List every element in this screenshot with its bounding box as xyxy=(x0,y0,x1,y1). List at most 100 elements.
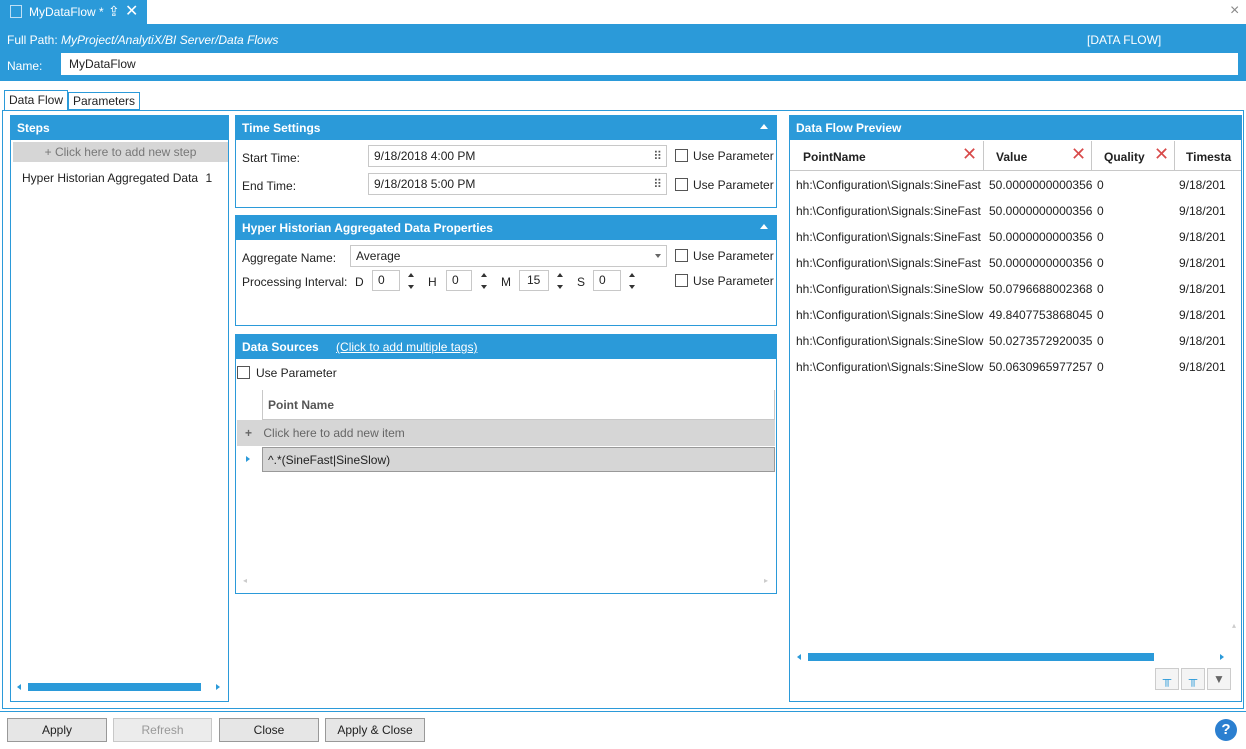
table-row[interactable]: hh:\Configuration\Signals:SineSlow 50.02… xyxy=(796,328,1241,354)
scroll-right-icon[interactable] xyxy=(1220,654,1224,660)
data-sources-panel: Data Sources (Click to add multiple tags… xyxy=(235,334,777,594)
column-value[interactable]: Value ✕ xyxy=(985,141,1092,170)
hours-input[interactable]: 0 xyxy=(446,270,472,291)
end-time-input[interactable]: 9/18/2018 5:00 PM ⠿ xyxy=(368,173,667,195)
table-row[interactable]: hh:\Configuration\Signals:SineSlow 50.07… xyxy=(796,276,1241,302)
cell-value: 50.0796688002368 xyxy=(989,282,1093,296)
minutes-spinner[interactable] xyxy=(556,271,564,291)
end-time-value: 9/18/2018 5:00 PM xyxy=(374,177,476,191)
filter-icon[interactable]: ▼ xyxy=(1207,668,1231,690)
start-use-parameter-label: Use Parameter xyxy=(693,149,774,163)
cell-quality: 0 xyxy=(1097,308,1104,322)
preview-scrollbar[interactable] xyxy=(808,653,1154,661)
clear-filter-icon[interactable]: ✕ xyxy=(1154,145,1169,163)
help-icon[interactable]: ? xyxy=(1215,719,1237,741)
steps-scrollbar[interactable] xyxy=(28,683,201,691)
tab-data-flow-label: Data Flow xyxy=(9,93,64,107)
table-row[interactable]: hh:\Configuration\Signals:SineSlow 49.84… xyxy=(796,302,1241,328)
tab-parameters[interactable]: Parameters xyxy=(68,92,141,110)
days-spinner[interactable] xyxy=(407,271,415,291)
table-row[interactable]: hh:\Configuration\Signals:SineSlow 50.06… xyxy=(796,354,1241,380)
window-close-icon[interactable]: × xyxy=(1230,2,1239,20)
preview-panel: Data Flow Preview PointName ✕ Value ✕ Qu… xyxy=(789,115,1242,702)
cell-timestamp: 9/18/201 xyxy=(1179,360,1226,374)
interval-use-parameter-checkbox[interactable] xyxy=(675,274,688,287)
table-row[interactable]: hh:\Configuration\Signals:SineFast 50.00… xyxy=(796,250,1241,276)
column-pointname-label: PointName xyxy=(803,150,866,164)
aggregate-name-select[interactable]: Average xyxy=(350,245,667,267)
scroll-right-icon[interactable] xyxy=(216,684,220,690)
chevron-down-icon[interactable] xyxy=(655,254,661,258)
add-multiple-tags-link[interactable]: (Click to add multiple tags) xyxy=(336,340,477,354)
cell-timestamp: 9/18/201 xyxy=(1179,308,1226,322)
clear-all-filters-icon[interactable]: ╥ xyxy=(1181,668,1205,690)
document-tab[interactable]: MyDataFlow * ⇪ ✕ xyxy=(0,0,147,24)
start-use-parameter-checkbox[interactable] xyxy=(675,149,688,162)
refresh-button[interactable]: Refresh xyxy=(113,718,212,742)
cell-pointname: hh:\Configuration\Signals:SineFast xyxy=(796,178,981,192)
scroll-right-icon[interactable]: ▸ xyxy=(764,576,768,585)
aggregate-use-parameter-checkbox[interactable] xyxy=(675,249,688,262)
close-icon[interactable]: ✕ xyxy=(125,1,138,21)
type-badge: [DATA FLOW] xyxy=(1087,33,1162,47)
cell-value: 50.0273572920035 xyxy=(989,334,1093,348)
step-item[interactable]: Hyper Historian Aggregated Data 1 xyxy=(22,171,212,185)
aggregate-use-parameter-label: Use Parameter xyxy=(693,249,774,263)
pin-icon[interactable]: ⇪ xyxy=(108,3,120,20)
cell-quality: 0 xyxy=(1097,178,1104,192)
interval-use-parameter-label: Use Parameter xyxy=(693,274,774,288)
calendar-icon[interactable]: ⠿ xyxy=(653,149,662,163)
data-sources-use-parameter-checkbox[interactable] xyxy=(237,366,250,379)
cell-pointname: hh:\Configuration\Signals:SineFast xyxy=(796,204,981,218)
point-name-column-header[interactable]: Point Name xyxy=(262,390,775,420)
cell-timestamp: 9/18/201 xyxy=(1179,230,1226,244)
start-time-input[interactable]: 9/18/2018 4:00 PM ⠿ xyxy=(368,145,667,167)
add-step-label: + Click here to add new step xyxy=(44,145,197,159)
end-use-parameter-checkbox[interactable] xyxy=(675,178,688,191)
column-value-label: Value xyxy=(996,150,1028,164)
steps-panel: Steps + Click here to add new step Hyper… xyxy=(10,115,229,702)
column-quality[interactable]: Quality ✕ xyxy=(1093,141,1175,170)
cell-timestamp: 9/18/201 xyxy=(1179,178,1226,192)
clear-filter-icon[interactable]: ✕ xyxy=(1071,145,1086,163)
days-input[interactable]: 0 xyxy=(372,270,400,291)
aggregate-name-label: Aggregate Name: xyxy=(242,251,337,265)
minutes-label: M xyxy=(501,275,511,289)
seconds-spinner[interactable] xyxy=(628,271,636,291)
apply-close-button[interactable]: Apply & Close xyxy=(325,718,425,742)
scroll-up-icon[interactable]: ▴ xyxy=(1232,621,1236,630)
table-row[interactable]: hh:\Configuration\Signals:SineFast 50.00… xyxy=(796,198,1241,224)
scroll-left-icon[interactable] xyxy=(17,684,21,690)
calendar-icon[interactable]: ⠿ xyxy=(653,177,662,191)
tab-data-flow[interactable]: Data Flow xyxy=(4,90,69,111)
column-timestamp[interactable]: Timesta xyxy=(1176,141,1241,170)
full-path-label: Full Path: xyxy=(7,33,58,47)
name-input[interactable]: MyDataFlow xyxy=(61,53,1238,75)
seconds-input[interactable]: 0 xyxy=(593,270,621,291)
table-row[interactable]: hh:\Configuration\Signals:SineFast 50.00… xyxy=(796,224,1241,250)
auto-fit-columns-icon[interactable]: ╥ xyxy=(1155,668,1179,690)
cell-timestamp: 9/18/201 xyxy=(1179,256,1226,270)
clear-filter-icon[interactable]: ✕ xyxy=(962,145,977,163)
column-quality-label: Quality xyxy=(1104,150,1145,164)
hours-spinner[interactable] xyxy=(480,271,488,291)
add-item-row[interactable]: + Click here to add new item xyxy=(237,420,775,446)
collapse-icon[interactable] xyxy=(760,124,768,129)
column-pointname[interactable]: PointName ✕ xyxy=(796,141,984,170)
table-row[interactable]: hh:\Configuration\Signals:SineFast 50.00… xyxy=(796,172,1241,198)
scroll-left-icon[interactable] xyxy=(797,654,801,660)
apply-button[interactable]: Apply xyxy=(7,718,107,742)
data-source-value: ^.*(SineFast|SineSlow) xyxy=(268,453,391,467)
scroll-left-icon[interactable]: ◂ xyxy=(243,576,247,585)
seconds-label: S xyxy=(577,275,586,289)
cell-value: 49.8407753868045 xyxy=(989,308,1093,322)
collapse-icon[interactable] xyxy=(760,224,768,229)
step-item-label: Hyper Historian Aggregated Data xyxy=(22,171,199,185)
name-label: Name: xyxy=(7,59,43,73)
minutes-input[interactable]: 15 xyxy=(519,270,549,291)
end-time-label: End Time: xyxy=(242,179,297,193)
data-source-row[interactable]: ^.*(SineFast|SineSlow) xyxy=(262,447,775,472)
document-tab-title: MyDataFlow * xyxy=(29,5,104,19)
close-button[interactable]: Close xyxy=(219,718,319,742)
add-step-button[interactable]: + Click here to add new step xyxy=(13,142,228,162)
